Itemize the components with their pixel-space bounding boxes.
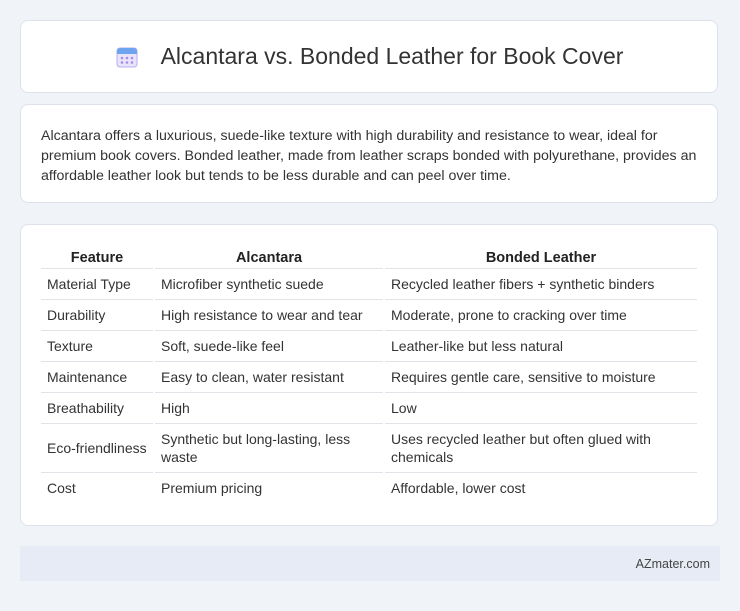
cell-bonded-leather: Recycled leather fibers + synthetic bind… xyxy=(385,269,697,300)
cell-alcantara: Easy to clean, water resistant xyxy=(155,362,383,393)
cell-feature: Texture xyxy=(41,331,153,362)
cell-bonded-leather: Low xyxy=(385,393,697,424)
comparison-card: Feature Alcantara Bonded Leather Materia… xyxy=(20,224,718,526)
header-feature: Feature xyxy=(41,246,153,269)
cell-bonded-leather: Affordable, lower cost xyxy=(391,480,526,496)
cell-bonded-leather: Requires gentle care, sensitive to moist… xyxy=(385,362,697,393)
table-row: Breathability High Low xyxy=(41,393,697,424)
cell-bonded-leather: Moderate, prone to cracking over time xyxy=(385,300,697,331)
table-row: Texture Soft, suede-like feel Leather-like… xyxy=(41,331,697,362)
description-card: Alcantara offers a luxurious, suede-like… xyxy=(20,104,718,203)
cell-alcantara: Soft, suede-like feel xyxy=(155,331,383,362)
cell-alcantara: Synthetic but long-lasting, less waste xyxy=(155,424,383,473)
table-header-row: Feature Alcantara Bonded Leather xyxy=(41,246,697,269)
header-bonded-leather: Bonded Leather xyxy=(385,246,697,269)
footer-brand: AZmater.com xyxy=(635,556,710,571)
cell-feature: Cost xyxy=(47,480,76,496)
footer: AZmater.com xyxy=(20,546,720,581)
table-row: Material Type Microfiber synthetic suede R… xyxy=(41,269,697,300)
table-row: Cost Premium pricing Affordable, lower cos… xyxy=(41,473,697,503)
cell-feature: Durability xyxy=(41,300,153,331)
description-text: Alcantara offers a luxurious, suede-like… xyxy=(41,128,697,184)
cell-bonded-leather: Uses recycled leather but often glued wi… xyxy=(385,424,697,473)
cell-feature: Material Type xyxy=(41,269,153,300)
header-alcantara: Alcantara xyxy=(155,246,383,269)
cell-alcantara: High resistance to wear and tear xyxy=(155,300,383,331)
cell-feature: Eco-friendliness xyxy=(41,424,153,473)
cell-feature: Maintenance xyxy=(41,362,153,393)
cell-alcantara: Microfiber synthetic suede xyxy=(155,269,383,300)
page-title: Alcantara vs. Bonded Leather for Book Co… xyxy=(160,43,624,69)
cell-alcantara: Premium pricing xyxy=(161,480,263,496)
table-row: Eco-friendliness Synthetic but long-lasti… xyxy=(41,424,697,473)
table-row: Maintenance Easy to clean, water resistan… xyxy=(41,362,697,393)
cell-bonded-leather: Leather-like but less natural xyxy=(385,331,697,362)
title-card: Alcantara vs. Bonded Leather for Book Co… xyxy=(20,20,718,93)
cell-alcantara: High xyxy=(155,393,383,424)
table-row: Durability High resistance to wear and te… xyxy=(41,300,697,331)
calendar-icon xyxy=(115,45,139,69)
comparison-table: Feature Alcantara Bonded Leather Materia… xyxy=(39,246,699,503)
cell-feature: Breathability xyxy=(41,393,153,424)
table-body: Material Type Microfiber synthetic suede R… xyxy=(41,269,697,503)
